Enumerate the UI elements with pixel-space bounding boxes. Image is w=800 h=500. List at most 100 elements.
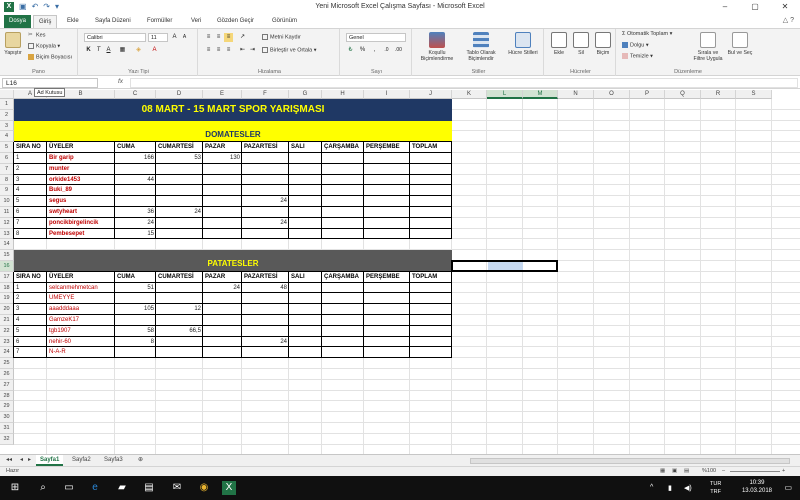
row-header-13[interactable]: 13 bbox=[0, 228, 14, 240]
sheet-tab-1[interactable]: Sayfa1 bbox=[36, 455, 64, 466]
network-icon[interactable]: ▮ bbox=[668, 484, 672, 492]
help-icon[interactable]: △ ? bbox=[783, 16, 794, 24]
column-header-f[interactable]: F bbox=[242, 90, 289, 99]
wrap-text-button[interactable]: Metni Kaydır bbox=[262, 34, 301, 41]
zoom-level[interactable]: %100 bbox=[702, 468, 716, 474]
row-header-15[interactable]: 15 bbox=[0, 250, 14, 261]
cell-styles-button[interactable]: Hücre Stilleri bbox=[504, 32, 542, 56]
task-view-icon[interactable]: ▭ bbox=[62, 481, 76, 495]
language-indicator[interactable]: TUR TRF bbox=[710, 480, 721, 496]
row-header-5[interactable]: 5 bbox=[0, 142, 14, 153]
fill-button[interactable]: Dolgu ▾ bbox=[622, 42, 649, 49]
format-cells-button[interactable]: Biçim bbox=[592, 32, 614, 56]
column-header-o[interactable]: O bbox=[594, 90, 630, 99]
thousands-icon[interactable]: , bbox=[370, 46, 379, 55]
row-header-9[interactable]: 9 bbox=[0, 185, 14, 197]
decrease-indent-icon[interactable]: ⇤ bbox=[238, 46, 247, 55]
decrease-decimal-icon[interactable]: .00 bbox=[394, 46, 403, 55]
section-domatesler[interactable]: DOMATESLER bbox=[14, 120, 452, 143]
search-icon[interactable]: ⌕ bbox=[36, 481, 50, 495]
column-header-g[interactable]: G bbox=[289, 90, 322, 99]
tab-formulas[interactable]: Formüller bbox=[142, 15, 177, 28]
conditional-format-button[interactable]: Koşullu Biçimlendirme bbox=[416, 32, 458, 62]
row-header-7[interactable]: 7 bbox=[0, 163, 14, 175]
underline-button[interactable]: A bbox=[104, 46, 113, 55]
percent-icon[interactable]: % bbox=[358, 46, 367, 55]
font-color-icon[interactable]: A bbox=[150, 46, 159, 55]
delete-cells-button[interactable]: Sil bbox=[570, 32, 592, 56]
close-button[interactable]: ✕ bbox=[770, 0, 800, 14]
row-header-19[interactable]: 19 bbox=[0, 293, 14, 305]
section-patatesler[interactable]: PATATESLER bbox=[14, 250, 452, 272]
row-header-21[interactable]: 21 bbox=[0, 315, 14, 326]
sort-filter-button[interactable]: Sırala ve Filtre Uygula bbox=[692, 32, 724, 62]
edge-icon[interactable]: e bbox=[88, 481, 102, 495]
align-right-icon[interactable]: ≡ bbox=[224, 46, 233, 55]
sheet-tab-2[interactable]: Sayfa2 bbox=[68, 455, 95, 466]
fill-color-icon[interactable]: ◈ bbox=[134, 46, 143, 55]
column-header-i[interactable]: I bbox=[364, 90, 410, 99]
zoom-in-icon[interactable]: + bbox=[782, 468, 785, 474]
row-header-32[interactable]: 32 bbox=[0, 433, 14, 445]
currency-icon[interactable]: ₺ bbox=[346, 46, 355, 55]
row-header-28[interactable]: 28 bbox=[0, 390, 14, 402]
paste-button[interactable]: Yapıştır bbox=[2, 32, 24, 56]
sheet-nav-next-icon[interactable]: ▸ bbox=[24, 455, 35, 466]
minimize-button[interactable]: – bbox=[710, 0, 740, 14]
sheet-nav-first-icon[interactable]: ◂◂ bbox=[2, 455, 16, 466]
copy-button[interactable]: Kopyala ▾ bbox=[28, 43, 60, 50]
tab-data[interactable]: Veri bbox=[186, 15, 206, 28]
tab-view[interactable]: Görünüm bbox=[267, 15, 302, 28]
column-header-r[interactable]: R bbox=[701, 90, 736, 99]
row-header-16[interactable]: 16 bbox=[0, 261, 14, 272]
start-icon[interactable]: ⊞ bbox=[8, 481, 22, 495]
row-header-23[interactable]: 23 bbox=[0, 336, 14, 348]
column-header-s[interactable]: S bbox=[736, 90, 772, 99]
format-painter-button[interactable]: Biçim Boyacısı bbox=[28, 54, 72, 61]
column-header-e[interactable]: E bbox=[203, 90, 242, 99]
function-icon[interactable]: fx bbox=[118, 78, 123, 85]
row-header-22[interactable]: 22 bbox=[0, 325, 14, 337]
column-header-m[interactable]: M bbox=[523, 90, 558, 99]
formula-input[interactable] bbox=[130, 78, 798, 88]
name-box[interactable]: L16 bbox=[2, 78, 98, 88]
row-header-4[interactable]: 4 bbox=[0, 131, 14, 143]
chrome-icon[interactable]: ◉ bbox=[197, 481, 211, 495]
column-header-d[interactable]: D bbox=[156, 90, 203, 99]
font-size-select[interactable]: 11 bbox=[148, 33, 168, 42]
row-header-18[interactable]: 18 bbox=[0, 282, 14, 294]
clock[interactable]: 10:39 13.03.2018 bbox=[742, 479, 772, 495]
row-header-17[interactable]: 17 bbox=[0, 271, 14, 283]
align-center-icon[interactable]: ≡ bbox=[214, 46, 223, 55]
row-header-27[interactable]: 27 bbox=[0, 379, 14, 391]
shrink-font-icon[interactable]: A bbox=[180, 33, 189, 42]
column-header-c[interactable]: C bbox=[115, 90, 156, 99]
page-layout-view-icon[interactable]: ▣ bbox=[672, 468, 677, 474]
row-header-31[interactable]: 31 bbox=[0, 423, 14, 434]
tray-chevron-icon[interactable]: ^ bbox=[650, 484, 653, 491]
align-middle-icon[interactable]: ≡ bbox=[214, 33, 223, 42]
row-header-14[interactable]: 14 bbox=[0, 239, 14, 251]
column-header-k[interactable]: K bbox=[452, 90, 487, 99]
row-header-12[interactable]: 12 bbox=[0, 217, 14, 229]
cut-button[interactable]: ✂ Kes bbox=[28, 32, 45, 39]
column-header-q[interactable]: Q bbox=[665, 90, 701, 99]
row-header-26[interactable]: 26 bbox=[0, 369, 14, 380]
increase-decimal-icon[interactable]: .0 bbox=[382, 46, 391, 55]
new-sheet-icon[interactable]: ⊕ bbox=[134, 455, 147, 466]
insert-cells-button[interactable]: Ekle bbox=[548, 32, 570, 56]
row-header-11[interactable]: 11 bbox=[0, 207, 14, 218]
italic-button[interactable]: T bbox=[94, 46, 103, 55]
normal-view-icon[interactable]: ▦ bbox=[660, 468, 665, 474]
row-header-2[interactable]: 2 bbox=[0, 109, 14, 121]
row-header-24[interactable]: 24 bbox=[0, 347, 14, 359]
excel-taskbar-icon[interactable]: X bbox=[222, 481, 236, 495]
row-header-25[interactable]: 25 bbox=[0, 358, 14, 369]
align-top-icon[interactable]: ≡ bbox=[204, 33, 213, 42]
zoom-slider[interactable] bbox=[730, 471, 780, 472]
volume-icon[interactable]: ◀) bbox=[684, 484, 692, 492]
sheet-tab-3[interactable]: Sayfa3 bbox=[100, 455, 127, 466]
orientation-icon[interactable]: ↗ bbox=[238, 33, 247, 42]
font-name-select[interactable]: Calibri bbox=[84, 33, 146, 42]
align-bottom-icon[interactable]: ≡ bbox=[224, 33, 233, 42]
